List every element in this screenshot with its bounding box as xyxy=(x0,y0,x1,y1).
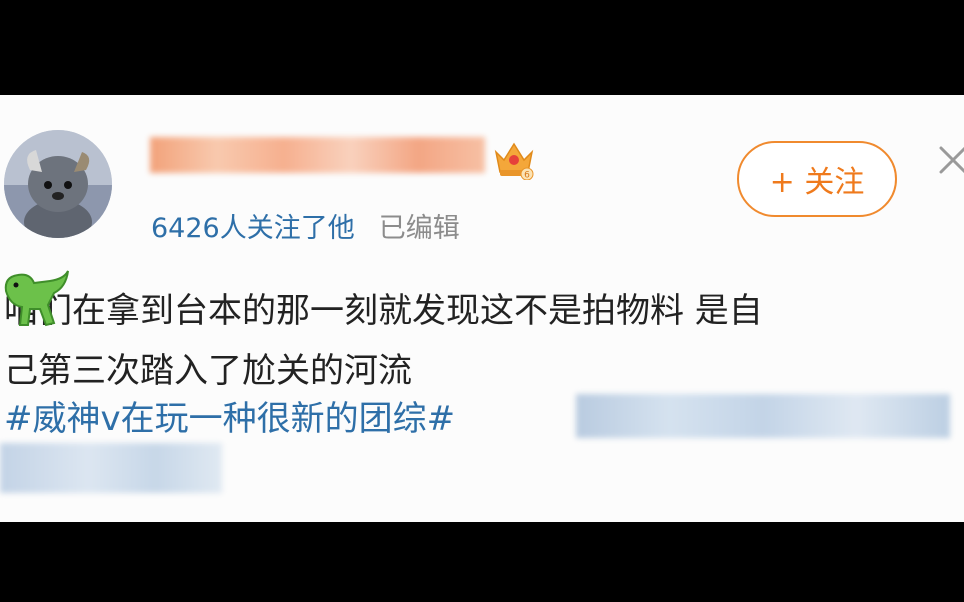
avatar[interactable] xyxy=(4,130,112,238)
svg-text:6: 6 xyxy=(524,171,530,181)
weibo-post-card: 6 6426人关注了他 已编辑 + 关注 咱们在拿到台本的那一刻就发现这不是拍物料… xyxy=(0,95,964,522)
edited-label: 已编辑 xyxy=(378,213,460,244)
close-icon[interactable] xyxy=(938,145,964,175)
crown-badge-icon: 6 xyxy=(493,138,535,184)
redacted-link-1[interactable] xyxy=(576,394,950,438)
dinosaur-sticker-icon xyxy=(0,267,70,333)
user-meta: 6426人关注了他 已编辑 xyxy=(151,206,460,245)
follow-button[interactable]: + 关注 xyxy=(737,141,897,217)
redacted-link-2[interactable] xyxy=(0,443,222,493)
username-redacted[interactable] xyxy=(150,137,485,173)
post-text-line-1: 咱们在拿到台本的那一刻就发现这不是拍物料 是自 xyxy=(4,291,763,331)
followers-count[interactable]: 6426人关注了他 xyxy=(151,213,355,244)
hashtag-link[interactable]: #威神v在玩一种很新的团综# xyxy=(4,391,455,447)
